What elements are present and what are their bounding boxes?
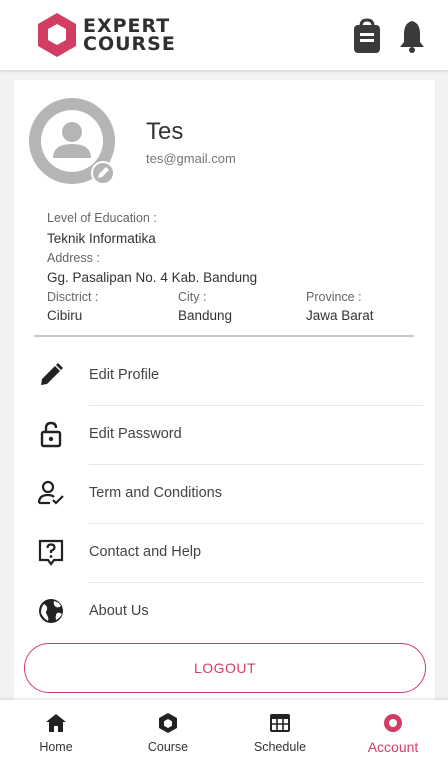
profile-divider bbox=[34, 335, 414, 337]
menu-label: Edit Profile bbox=[89, 367, 160, 383]
city-label: City : bbox=[178, 290, 207, 304]
nav-label: Account bbox=[367, 739, 419, 755]
nav-label: Schedule bbox=[253, 740, 307, 754]
bag-icon[interactable] bbox=[352, 18, 382, 54]
hexagon-icon bbox=[159, 713, 177, 733]
logo-line-2: COURSE bbox=[83, 33, 176, 55]
app-logo[interactable]: EXPERT COURSE bbox=[37, 12, 176, 58]
city-value: Bandung bbox=[178, 308, 233, 323]
menu-item-about-us[interactable]: About Us bbox=[14, 583, 435, 642]
province-label: Province : bbox=[306, 290, 362, 304]
address-label: Address : bbox=[47, 251, 100, 265]
bottom-nav: Home Course Schedule Account bbox=[0, 700, 448, 768]
nav-label: Course bbox=[147, 740, 189, 754]
logo-hexagon-icon bbox=[38, 13, 76, 57]
education-value: Teknik Informatika bbox=[47, 231, 156, 246]
nav-account[interactable]: Account bbox=[343, 700, 443, 768]
district-value: Cibiru bbox=[47, 308, 83, 323]
home-icon bbox=[46, 714, 66, 732]
menu-item-edit-password[interactable]: Edit Password bbox=[14, 406, 435, 465]
nav-course[interactable]: Course bbox=[118, 700, 218, 768]
logout-button[interactable]: LOGOUT bbox=[24, 643, 426, 693]
district-label: Disctrict : bbox=[47, 290, 99, 304]
menu-item-edit-profile[interactable]: Edit Profile bbox=[14, 347, 435, 406]
profile-name: Tes bbox=[146, 118, 184, 145]
education-label: Level of Education : bbox=[47, 211, 157, 225]
user-check-icon bbox=[37, 480, 64, 505]
logo-text: EXPERT COURSE bbox=[83, 17, 176, 55]
bell-icon[interactable] bbox=[397, 18, 427, 54]
lock-icon bbox=[40, 421, 62, 448]
nav-home[interactable]: Home bbox=[6, 700, 106, 768]
help-icon bbox=[38, 539, 64, 566]
pencil-icon bbox=[41, 363, 63, 385]
nav-schedule[interactable]: Schedule bbox=[230, 700, 330, 768]
profile-email: tes@gmail.com bbox=[146, 151, 236, 166]
address-value: Gg. Pasalipan No. 4 Kab. Bandung bbox=[47, 270, 258, 285]
nav-label: Home bbox=[39, 740, 73, 754]
menu-label: Contact and Help bbox=[89, 544, 202, 560]
calendar-icon bbox=[270, 714, 290, 732]
account-icon bbox=[384, 714, 402, 732]
menu-label: Edit Password bbox=[89, 426, 182, 442]
menu-item-terms[interactable]: Term and Conditions bbox=[14, 465, 435, 524]
menu-label: About Us bbox=[89, 603, 149, 619]
province-value: Jawa Barat bbox=[306, 308, 374, 323]
app-header: EXPERT COURSE bbox=[0, 0, 448, 70]
menu-label: Term and Conditions bbox=[89, 485, 222, 501]
menu-item-contact-help[interactable]: Contact and Help bbox=[14, 524, 435, 583]
profile-card: Tes tes@gmail.com Level of Education : T… bbox=[14, 80, 435, 700]
avatar[interactable] bbox=[29, 98, 115, 184]
globe-icon bbox=[39, 599, 63, 623]
